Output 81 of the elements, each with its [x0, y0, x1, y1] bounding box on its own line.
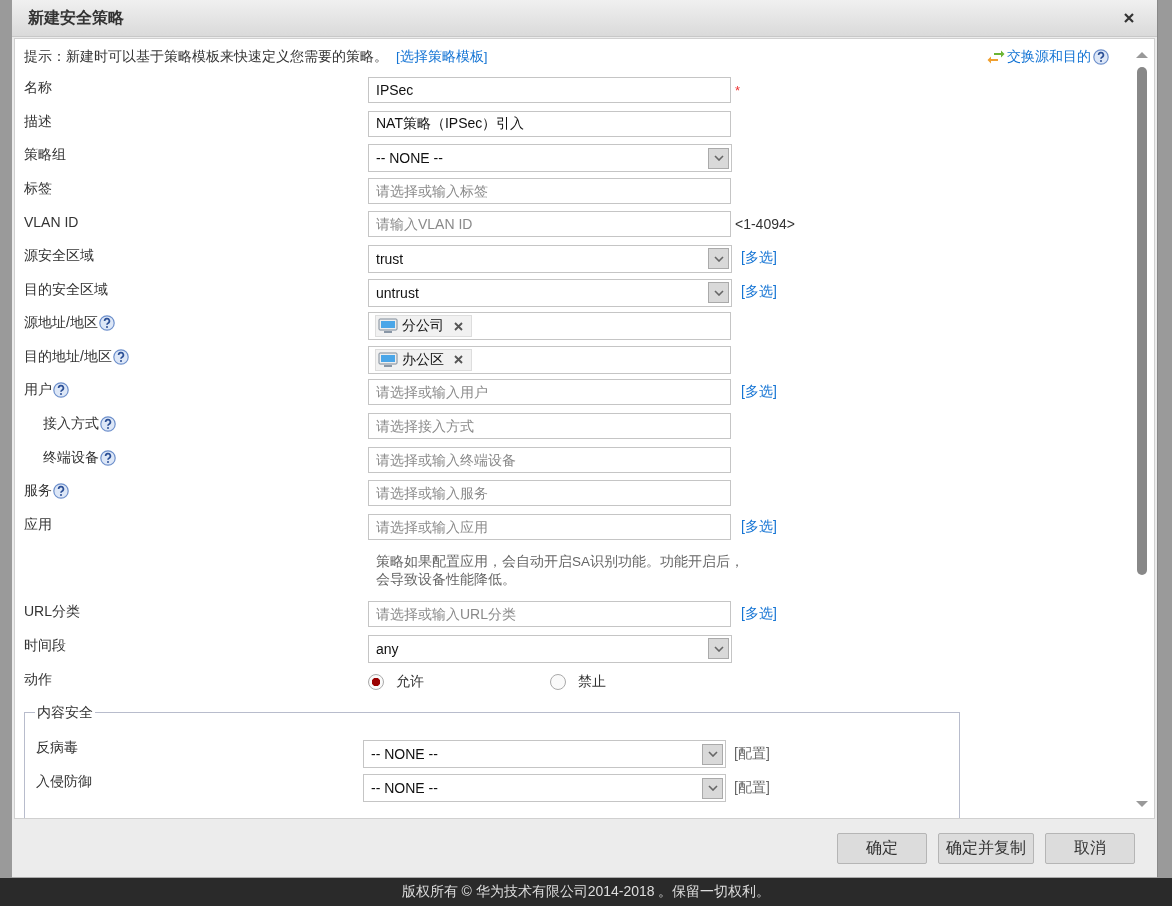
field-label: 名称	[24, 79, 52, 97]
chevron-down-icon[interactable]	[713, 255, 724, 262]
remove-icon[interactable]	[454, 355, 463, 365]
dialog-button[interactable]: 取消	[1045, 832, 1135, 864]
field-label: 动作	[24, 670, 52, 689]
tag-field[interactable]: 分公司	[368, 312, 731, 341]
field-label: URL分类	[24, 603, 80, 622]
field-label: 标签	[24, 179, 52, 198]
input-field[interactable]: NAT策略（IPSec）引入	[368, 110, 731, 137]
dialog-button[interactable]: 确定并复制	[938, 832, 1034, 864]
configure-link[interactable]: [配置]	[734, 779, 770, 798]
multi-select-link[interactable]: [多选]	[735, 248, 777, 267]
help-icon[interactable]	[112, 348, 129, 365]
multi-select-link[interactable]: [多选]	[735, 383, 777, 402]
input-field[interactable]: 请选择或输入应用	[368, 513, 731, 540]
dropdown[interactable]: -- NONE --	[363, 740, 726, 769]
hint-text: 提示：新建时可以基于策略模板来快速定义您需要的策略。	[24, 48, 388, 66]
chevron-down-icon[interactable]	[713, 155, 724, 162]
field-label: 描述	[24, 112, 52, 131]
help-icon[interactable]	[53, 382, 69, 399]
multi-select-link[interactable]: [多选]	[735, 517, 777, 536]
field-label: 终端设备	[43, 448, 99, 467]
address-tag[interactable]: 办公区	[375, 348, 472, 371]
chevron-down-icon[interactable]	[713, 289, 724, 296]
field-label: 入侵防御	[36, 772, 93, 792]
field-label: 应用	[24, 515, 52, 534]
input-field[interactable]: 请选择或输入终端设备	[368, 446, 731, 473]
dropdown[interactable]: any	[368, 634, 732, 663]
help-icon[interactable]	[53, 483, 69, 500]
field-label: 用户	[24, 381, 52, 400]
remove-icon[interactable]	[454, 321, 463, 331]
radio-button[interactable]	[549, 673, 566, 690]
dropdown[interactable]: -- NONE --	[368, 144, 732, 173]
input-field[interactable]: 请选择或输入服务	[368, 480, 731, 507]
copyright-text: 版权所有 © 华为技术有限公司2014-2018 。保留一切权利。	[401, 883, 771, 901]
field-label: 目的地址/地区	[24, 347, 112, 366]
radio-option[interactable]: 允许	[368, 672, 550, 691]
monitor-icon	[378, 351, 398, 368]
note-text: 策略如果配置应用，会自动开启SA识别功能。功能开启后，会导致设备性能降低。	[376, 553, 744, 590]
help-icon[interactable]	[98, 315, 115, 332]
field-label: 目的安全区域	[24, 280, 108, 299]
chevron-down-icon[interactable]	[707, 785, 718, 792]
field-label: VLAN ID	[24, 214, 79, 231]
scroll-down-icon[interactable]	[1135, 800, 1149, 808]
field-label: 源安全区域	[24, 246, 94, 265]
swap-link[interactable]: 交换源和目的	[1007, 48, 1091, 66]
field-label: 源地址/地区	[24, 314, 98, 333]
required-mark: *	[735, 82, 741, 98]
input-field[interactable]: 请选择或输入用户	[368, 379, 731, 406]
input-field[interactable]: 请选择或输入标签	[368, 177, 731, 204]
field-label: 时间段	[24, 636, 66, 655]
chevron-down-icon[interactable]	[713, 645, 724, 652]
close-icon[interactable]	[1123, 12, 1135, 24]
help-icon[interactable]	[1093, 49, 1109, 65]
dialog-button[interactable]: 确定	[837, 832, 927, 864]
multi-select-link[interactable]: [多选]	[735, 605, 777, 624]
field-label: 服务	[24, 482, 52, 501]
template-link[interactable]: [选择策略模板]	[396, 48, 488, 66]
configure-link[interactable]: [配置]	[734, 745, 770, 764]
field-label: 反病毒	[36, 738, 79, 758]
dropdown[interactable]: untrust	[368, 278, 732, 307]
radio-option[interactable]: 禁止	[549, 672, 731, 691]
help-icon[interactable]	[100, 449, 116, 466]
dropdown[interactable]: -- NONE --	[363, 774, 726, 803]
multi-select-link[interactable]: [多选]	[735, 282, 777, 301]
field-label: 策略组	[24, 146, 66, 165]
input-field[interactable]: 请输入VLAN ID	[368, 211, 731, 238]
field-label: 接入方式	[43, 414, 99, 433]
help-icon[interactable]	[100, 415, 116, 432]
address-tag[interactable]: 分公司	[375, 315, 472, 338]
dropdown[interactable]: trust	[368, 244, 732, 273]
input-field[interactable]: 请选择接入方式	[368, 412, 731, 439]
scroll-up-icon[interactable]	[1135, 51, 1149, 59]
dialog-title: 新建安全策略	[28, 7, 124, 28]
range-hint: <1-4094>	[735, 216, 795, 233]
input-field[interactable]: IPSec	[368, 77, 731, 103]
monitor-icon	[378, 318, 398, 335]
radio-button[interactable]	[368, 673, 384, 690]
input-field[interactable]: 请选择或输入URL分类	[368, 601, 731, 628]
tag-field[interactable]: 办公区	[368, 345, 731, 374]
chevron-down-icon[interactable]	[707, 751, 718, 758]
